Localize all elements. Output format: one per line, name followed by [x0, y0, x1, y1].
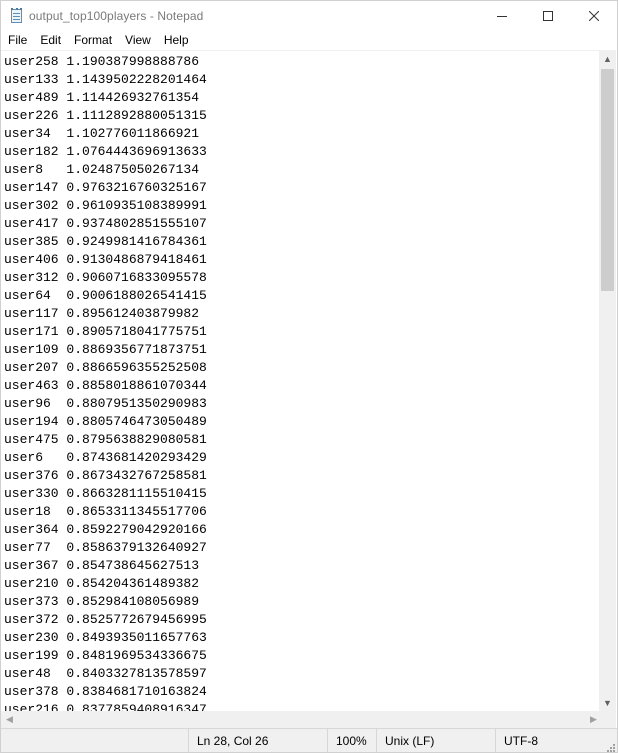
menu-edit[interactable]: Edit [34, 31, 67, 50]
text-line[interactable]: user182 1.0764443696913633 [4, 143, 602, 161]
encoding: UTF-8 [495, 729, 617, 752]
text-line[interactable]: user194 0.8805746473050489 [4, 413, 602, 431]
text-editor[interactable]: user258 1.190387998888786 user133 1.14395… [1, 50, 602, 712]
text-line[interactable]: user373 0.852984108056989 [4, 593, 602, 611]
text-line[interactable]: user364 0.8592279042920166 [4, 521, 602, 539]
text-line[interactable]: user376 0.8673432767258581 [4, 467, 602, 485]
text-line[interactable]: user489 1.114426932761354 [4, 89, 602, 107]
status-bar: Ln 28, Col 26 100% Unix (LF) UTF-8 [1, 728, 617, 752]
text-line[interactable]: user417 0.9374802851555107 [4, 215, 602, 233]
minimize-button[interactable] [479, 1, 525, 31]
close-icon [589, 11, 599, 21]
text-line[interactable]: user207 0.8866596355252508 [4, 359, 602, 377]
text-line[interactable]: user378 0.8384681710163824 [4, 683, 602, 701]
text-line[interactable]: user147 0.9763216760325167 [4, 179, 602, 197]
text-line[interactable]: user6 0.8743681420293429 [4, 449, 602, 467]
title-bar[interactable]: output_top100players - Notepad [1, 1, 617, 31]
vertical-scrollbar[interactable]: ▲ ▼ [599, 50, 616, 711]
text-line[interactable]: user34 1.102776011866921 [4, 125, 602, 143]
text-line[interactable]: user258 1.190387998888786 [4, 53, 602, 71]
chevron-left-icon[interactable]: ◀ [1, 711, 18, 728]
minimize-icon [497, 16, 507, 17]
chevron-up-icon[interactable]: ▲ [599, 50, 616, 67]
text-line[interactable]: user8 1.024875050267134 [4, 161, 602, 179]
text-line[interactable]: user117 0.895612403879982 [4, 305, 602, 323]
zoom-level: 100% [327, 729, 377, 752]
maximize-button[interactable] [525, 1, 571, 31]
text-line[interactable]: user372 0.8525772679456995 [4, 611, 602, 629]
text-line[interactable]: user133 1.1439502228201464 [4, 71, 602, 89]
text-line[interactable]: user312 0.9060716833095578 [4, 269, 602, 287]
vertical-scroll-thumb[interactable] [601, 69, 614, 291]
text-line[interactable]: user302 0.9610935108389991 [4, 197, 602, 215]
cursor-position: Ln 28, Col 26 [188, 729, 328, 752]
menu-view[interactable]: View [119, 31, 157, 50]
scrollbar-corner [599, 711, 616, 728]
resize-grip-icon[interactable] [605, 742, 615, 752]
text-line[interactable]: user18 0.8653311345517706 [4, 503, 602, 521]
chevron-down-icon[interactable]: ▼ [599, 694, 616, 711]
text-line[interactable]: user385 0.9249981416784361 [4, 233, 602, 251]
text-line[interactable]: user463 0.8858018861070344 [4, 377, 602, 395]
text-line[interactable]: user109 0.8869356771873751 [4, 341, 602, 359]
text-line[interactable]: user367 0.854738645627513 [4, 557, 602, 575]
text-line[interactable]: user226 1.1112892880051315 [4, 107, 602, 125]
text-line[interactable]: user230 0.8493935011657763 [4, 629, 602, 647]
close-button[interactable] [571, 1, 617, 31]
text-line[interactable]: user475 0.8795638829080581 [4, 431, 602, 449]
window-title: output_top100players - Notepad [29, 9, 204, 23]
notepad-window: output_top100players - Notepad File Edit… [0, 0, 618, 753]
text-line[interactable]: user210 0.854204361489382 [4, 575, 602, 593]
menu-file[interactable]: File [2, 31, 33, 50]
text-line[interactable]: user77 0.8586379132640927 [4, 539, 602, 557]
text-line[interactable]: user330 0.8663281115510415 [4, 485, 602, 503]
text-line[interactable]: user48 0.8403327813578597 [4, 665, 602, 683]
menu-bar: File Edit Format View Help [1, 31, 617, 50]
text-line[interactable]: user406 0.9130486879418461 [4, 251, 602, 269]
menu-format[interactable]: Format [68, 31, 118, 50]
horizontal-scrollbar[interactable]: ◀ ▶ [1, 711, 602, 728]
text-line[interactable]: user171 0.8905718041775751 [4, 323, 602, 341]
line-ending: Unix (LF) [376, 729, 496, 752]
text-content[interactable]: user258 1.190387998888786 user133 1.14395… [1, 51, 602, 712]
text-line[interactable]: user64 0.9006188026541415 [4, 287, 602, 305]
maximize-icon [543, 11, 553, 21]
menu-help[interactable]: Help [158, 31, 195, 50]
text-line[interactable]: user96 0.8807951350290983 [4, 395, 602, 413]
text-line[interactable]: user199 0.8481969534336675 [4, 647, 602, 665]
notepad-icon [9, 8, 25, 24]
window-controls [479, 1, 617, 31]
